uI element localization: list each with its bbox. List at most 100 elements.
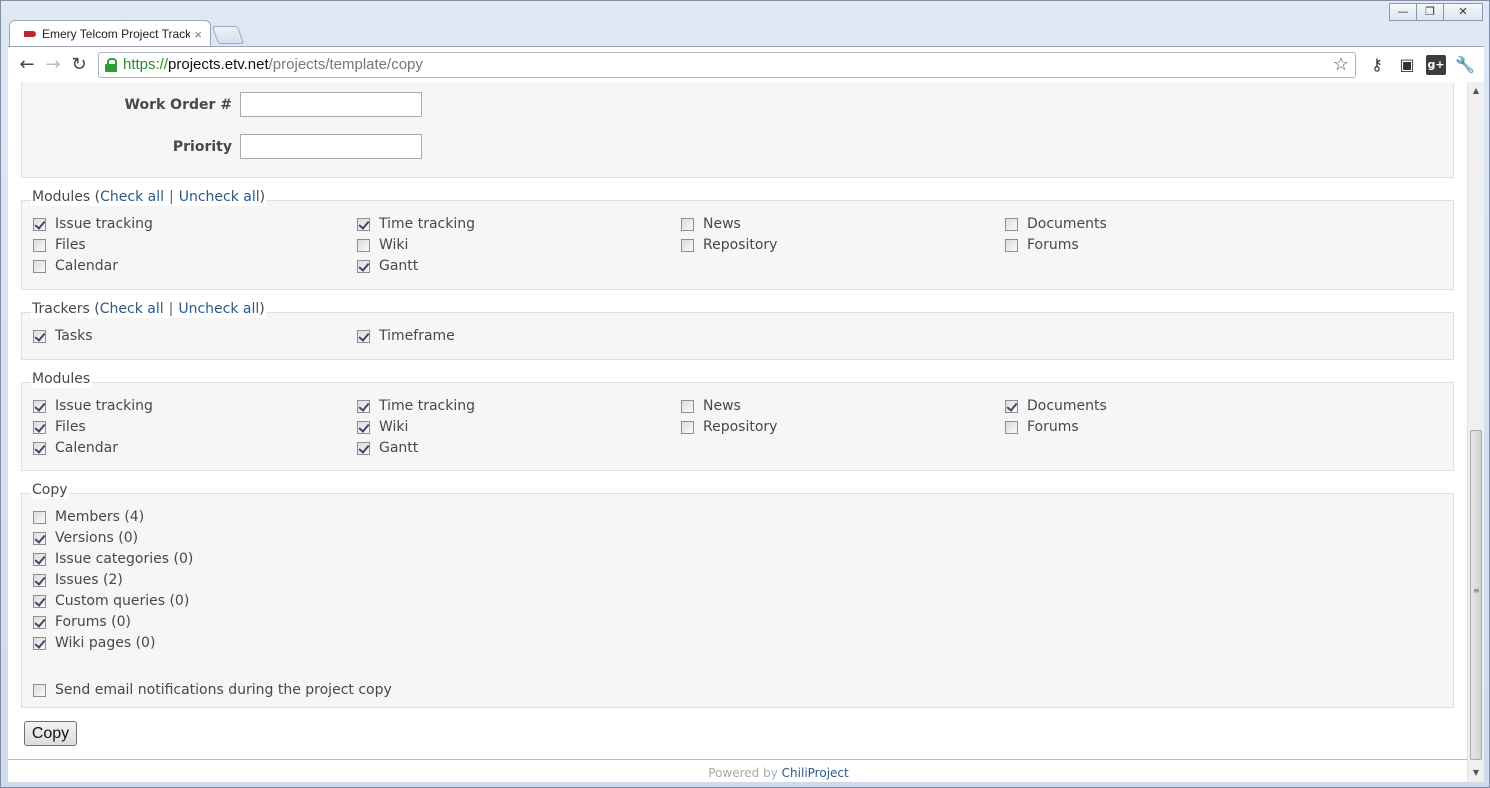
modules-select-option-issue-tracking[interactable]: Issue tracking <box>33 215 357 233</box>
module-option-issue-tracking[interactable]: Issue tracking <box>33 397 357 415</box>
module-checkbox-gantt[interactable] <box>357 441 370 455</box>
trackers-uncheck-all-link[interactable]: Uncheck all <box>178 301 259 317</box>
module-option-documents[interactable]: Documents <box>1005 397 1329 415</box>
scroll-up-arrow-icon[interactable]: ▲ <box>1468 84 1484 98</box>
module-checkbox-news[interactable] <box>681 399 694 413</box>
copy-option-custom-queries[interactable]: Custom queries (0) <box>33 592 193 610</box>
work-order-input[interactable] <box>240 92 422 117</box>
copy-checkbox-members[interactable] <box>33 510 46 524</box>
copy-checkbox-versions[interactable] <box>33 531 46 545</box>
tracker-option-timeframe[interactable]: Timeframe <box>357 327 681 345</box>
module-checkbox-forums[interactable] <box>1005 420 1018 434</box>
copy-checkbox-forums[interactable] <box>33 615 46 629</box>
copy-checkbox-issue-categories[interactable] <box>33 552 46 566</box>
copy-option-issues[interactable]: Issues (2) <box>33 571 193 589</box>
module-option-wiki[interactable]: Wiki <box>357 418 681 436</box>
minimize-button[interactable]: — <box>1389 3 1417 21</box>
module-option-gantt[interactable]: Gantt <box>357 439 681 457</box>
copy-checkbox-issues[interactable] <box>33 573 46 587</box>
browser-tab[interactable]: Emery Telcom Project Track × <box>9 20 211 47</box>
modules-select-checkbox-news[interactable] <box>681 217 694 231</box>
copy-option-issue-categories[interactable]: Issue categories (0) <box>33 550 193 568</box>
modules-select-option-forums[interactable]: Forums <box>1005 236 1329 254</box>
fullscreen-icon[interactable]: ▣ <box>1396 54 1418 76</box>
module-option-files[interactable]: Files <box>33 418 357 436</box>
notify-checkbox[interactable] <box>33 683 46 697</box>
reload-icon[interactable]: ↻ <box>66 52 92 78</box>
tracker-checkbox-tasks[interactable] <box>33 329 46 343</box>
modules-select-checkbox-gantt[interactable] <box>357 259 370 273</box>
modules-check-all-link[interactable]: Check all <box>100 189 164 205</box>
module-checkbox-time-tracking[interactable] <box>357 399 370 413</box>
module-checkbox-calendar[interactable] <box>33 441 46 455</box>
copy-option-wiki-pages[interactable]: Wiki pages (0) <box>33 634 193 652</box>
modules-select-checkbox-calendar[interactable] <box>33 259 46 273</box>
new-tab-button[interactable] <box>211 26 245 44</box>
modules-select-checkbox-repository[interactable] <box>681 238 694 252</box>
tab-close-icon[interactable]: × <box>194 27 202 42</box>
modules-select-checkbox-issue-tracking[interactable] <box>33 217 46 231</box>
modules-uncheck-all-link[interactable]: Uncheck all <box>179 189 260 205</box>
tracker-checkbox-timeframe[interactable] <box>357 329 370 343</box>
back-arrow-icon[interactable]: ← <box>14 52 40 78</box>
modules-select-option-news[interactable]: News <box>681 215 1005 233</box>
modules-select-checkbox-wiki[interactable] <box>357 238 370 252</box>
work-order-row: Work Order # <box>22 92 422 117</box>
copy-fieldset: Copy Members (4) Versions (0) Issue catego… <box>21 481 1454 708</box>
module-option-repository[interactable]: Repository <box>681 418 1005 436</box>
copy-option-versions[interactable]: Versions (0) <box>33 529 193 547</box>
modules-select-option-gantt[interactable]: Gantt <box>357 257 681 275</box>
notify-option[interactable]: Send email notifications during the proj… <box>33 681 392 699</box>
module-option-calendar[interactable]: Calendar <box>33 439 357 457</box>
key-icon[interactable]: ⚷ <box>1366 54 1388 76</box>
url-scheme: https:// <box>123 56 169 73</box>
modules-select-option-calendar[interactable]: Calendar <box>33 257 357 275</box>
footer-divider <box>8 759 1467 760</box>
close-window-button[interactable]: ✕ <box>1443 3 1483 21</box>
copy-options-list: Members (4) Versions (0) Issue categories … <box>33 508 193 652</box>
modules-select-label-news: News <box>703 216 741 232</box>
chiliproject-link[interactable]: ChiliProject <box>782 766 849 780</box>
modules-select-checkbox-files[interactable] <box>33 238 46 252</box>
maximize-button[interactable]: ❐ <box>1416 3 1444 21</box>
copy-label-wiki-pages: Wiki pages (0) <box>55 635 156 651</box>
modules-select-option-wiki[interactable]: Wiki <box>357 236 681 254</box>
tab-title: Emery Telcom Project Track <box>42 27 191 41</box>
module-checkbox-wiki[interactable] <box>357 420 370 434</box>
address-bar[interactable]: https:// projects.etv.net /projects/temp… <box>98 51 1356 78</box>
url-host: projects.etv.net <box>168 56 269 73</box>
modules-select-checkbox-forums[interactable] <box>1005 238 1018 252</box>
scrollbar-thumb[interactable]: ≡ <box>1470 430 1482 760</box>
priority-input[interactable] <box>240 134 422 159</box>
trackers-check-all-link[interactable]: Check all <box>100 301 164 317</box>
tracker-option-tasks[interactable]: Tasks <box>33 327 357 345</box>
module-option-forums[interactable]: Forums <box>1005 418 1329 436</box>
google-plus-icon[interactable]: g+ <box>1426 54 1446 75</box>
scroll-down-arrow-icon[interactable]: ▼ <box>1468 766 1484 780</box>
module-checkbox-files[interactable] <box>33 420 46 434</box>
module-option-time-tracking[interactable]: Time tracking <box>357 397 681 415</box>
modules-select-checkbox-time-tracking[interactable] <box>357 217 370 231</box>
footer: Powered by ChiliProject <box>8 766 1484 780</box>
copy-checkbox-custom-queries[interactable] <box>33 594 46 608</box>
vertical-scrollbar[interactable]: ▲ ≡ ▼ <box>1467 82 1484 782</box>
modules-select-option-documents[interactable]: Documents <box>1005 215 1329 233</box>
forward-arrow-icon[interactable]: → <box>40 52 66 78</box>
modules-select-option-files[interactable]: Files <box>33 236 357 254</box>
module-checkbox-issue-tracking[interactable] <box>33 399 46 413</box>
modules-select-option-repository[interactable]: Repository <box>681 236 1005 254</box>
module-checkbox-repository[interactable] <box>681 420 694 434</box>
copy-submit-button[interactable]: Copy <box>24 721 77 746</box>
wrench-icon[interactable]: 🔧 <box>1454 54 1476 76</box>
module-label-issue-tracking: Issue tracking <box>55 398 153 414</box>
module-checkbox-documents[interactable] <box>1005 399 1018 413</box>
copy-checkbox-wiki-pages[interactable] <box>33 636 46 650</box>
copy-option-members[interactable]: Members (4) <box>33 508 193 526</box>
module-option-news[interactable]: News <box>681 397 1005 415</box>
modules-select-option-time-tracking[interactable]: Time tracking <box>357 215 681 233</box>
modules-select-label-wiki: Wiki <box>379 237 409 253</box>
copy-option-forums[interactable]: Forums (0) <box>33 613 193 631</box>
bookmark-star-icon[interactable]: ☆ <box>1333 54 1349 75</box>
tracker-label-tasks: Tasks <box>55 328 93 344</box>
modules-select-checkbox-documents[interactable] <box>1005 217 1018 231</box>
